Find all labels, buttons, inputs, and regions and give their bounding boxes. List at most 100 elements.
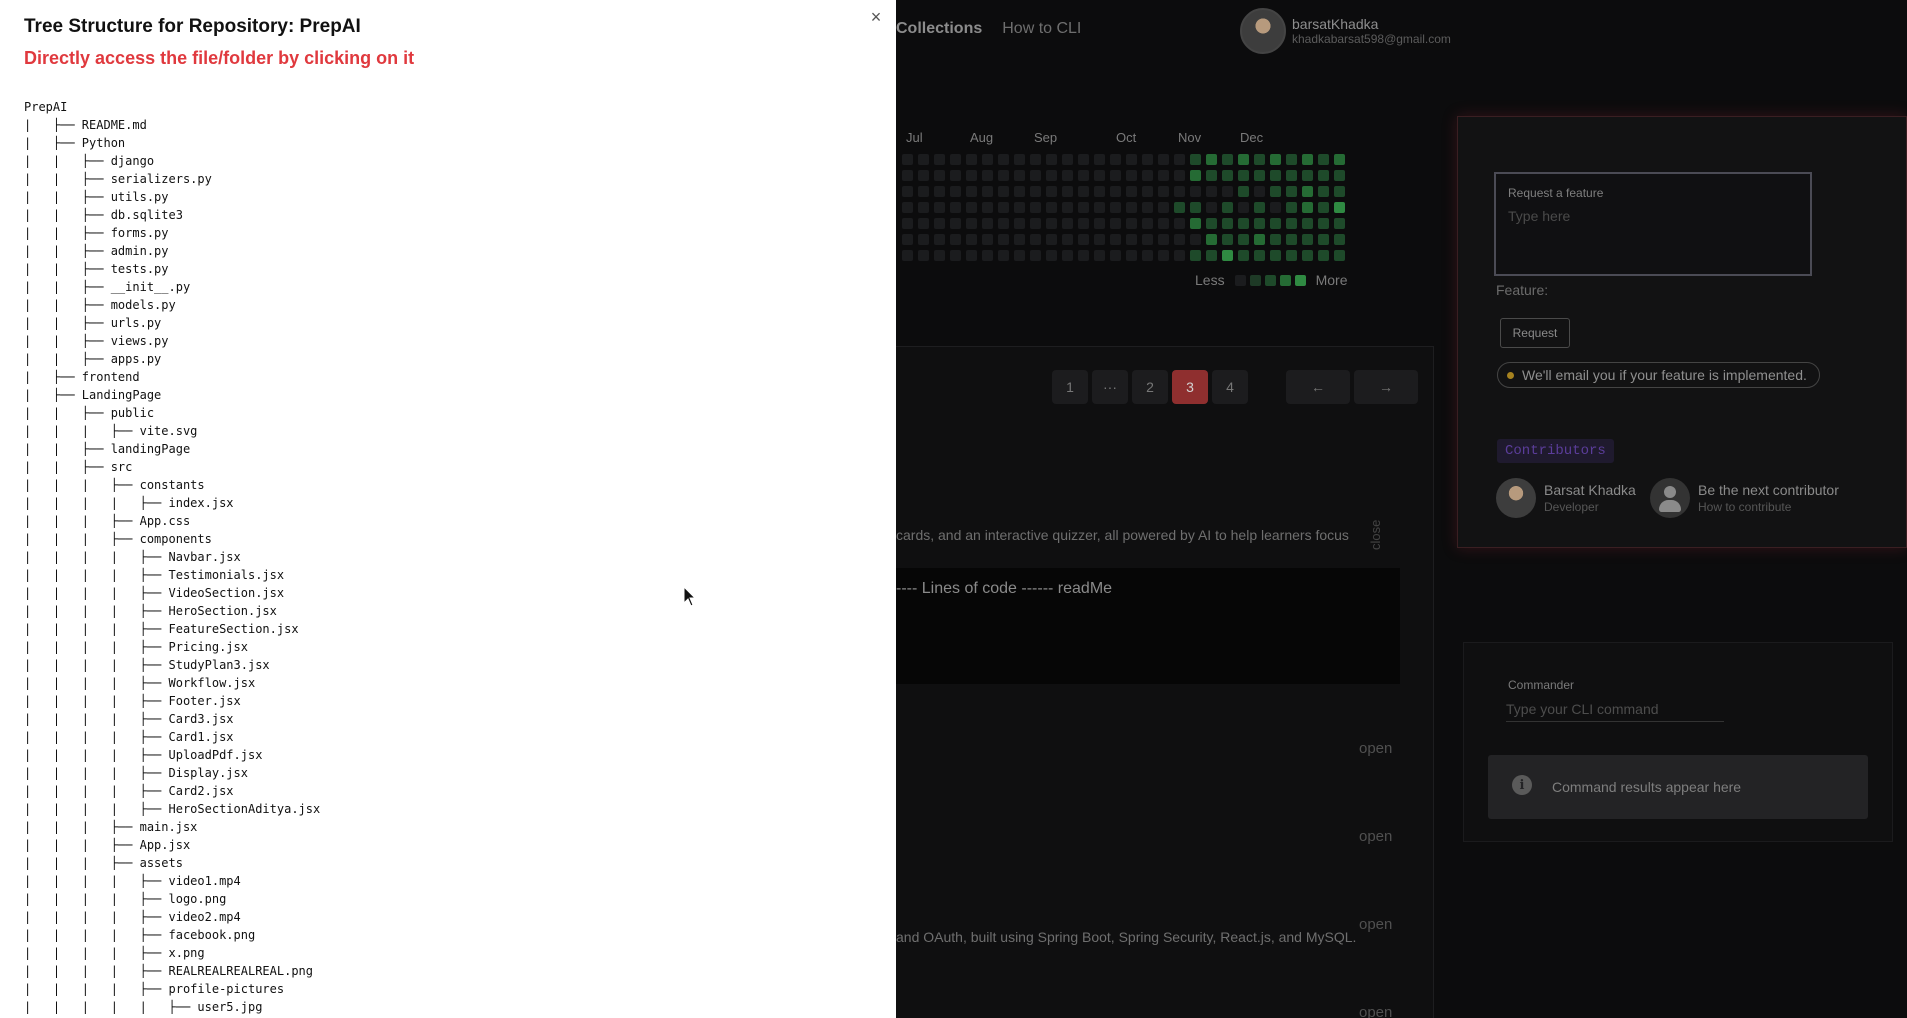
tree-item[interactable]: | | | | ├── Display.jsx (24, 764, 320, 782)
tree-item-name[interactable]: user5.jpg (197, 1000, 262, 1014)
tree-item[interactable]: | | ├── src (24, 458, 320, 476)
contributor-barsat[interactable]: Barsat Khadka Developer (1496, 478, 1636, 518)
tree-item[interactable]: | | ├── public (24, 404, 320, 422)
tree-item[interactable]: | | | | ├── profile-pictures (24, 980, 320, 998)
tree-item-name[interactable]: StudyPlan3.jsx (169, 658, 270, 672)
tree-item[interactable]: | | | ├── App.jsx (24, 836, 320, 854)
tree-item[interactable]: | | | | ├── Card3.jsx (24, 710, 320, 728)
page-button-4[interactable]: 4 (1212, 370, 1248, 404)
tree-item[interactable]: | | | ├── assets (24, 854, 320, 872)
tree-item-name[interactable]: video2.mp4 (169, 910, 241, 924)
tree-item[interactable]: | | | | ├── Card2.jsx (24, 782, 320, 800)
tree-item-name[interactable]: assets (140, 856, 183, 870)
tree-item[interactable]: | | | | ├── logo.png (24, 890, 320, 908)
nav-link-how-to-cli[interactable]: How to CLI (1002, 20, 1081, 38)
prev-page-button[interactable]: ← (1286, 370, 1350, 404)
tree-item-name[interactable]: logo.png (169, 892, 227, 906)
contributor-next[interactable]: Be the next contributor How to contribut… (1650, 478, 1839, 518)
close-icon[interactable]: × (866, 6, 886, 28)
nav-link-collections[interactable]: Collections (896, 20, 982, 38)
tree-item[interactable]: | | | ├── App.css (24, 512, 320, 530)
tree-item-name[interactable]: utils.py (111, 190, 169, 204)
tree-item-name[interactable]: django (111, 154, 154, 168)
tree-item-name[interactable]: VideoSection.jsx (169, 586, 285, 600)
tree-item-name[interactable]: App.jsx (140, 838, 191, 852)
tree-item-name[interactable]: urls.py (111, 316, 162, 330)
tree-item[interactable]: | | ├── landingPage (24, 440, 320, 458)
tree-item-name[interactable]: LandingPage (82, 388, 161, 402)
project-open-toggle-3[interactable]: open (1359, 916, 1392, 933)
tree-item[interactable]: | | | | ├── Footer.jsx (24, 692, 320, 710)
tree-item-name[interactable]: public (111, 406, 154, 420)
tree-item[interactable]: | | ├── __init__.py (24, 278, 320, 296)
tree-item[interactable]: | | | ├── main.jsx (24, 818, 320, 836)
next-page-button[interactable]: → (1354, 370, 1418, 404)
tree-item[interactable]: | | | | ├── HeroSectionAditya.jsx (24, 800, 320, 818)
tree-item-name[interactable]: REALREALREALREAL.png (169, 964, 314, 978)
tree-item[interactable]: | | | | ├── FeatureSection.jsx (24, 620, 320, 638)
tree-item-name[interactable]: Display.jsx (169, 766, 248, 780)
tree-item[interactable]: | | ├── views.py (24, 332, 320, 350)
tree-item-name[interactable]: Testimonials.jsx (169, 568, 285, 582)
tree-item-name[interactable]: Workflow.jsx (169, 676, 256, 690)
tree-item[interactable]: | | | | ├── Testimonials.jsx (24, 566, 320, 584)
tree-item[interactable]: | | | | ├── video1.mp4 (24, 872, 320, 890)
tree-item[interactable]: | | ├── apps.py (24, 350, 320, 368)
request-feature-button[interactable]: Request (1500, 318, 1570, 348)
tree-item[interactable]: | | | | | ├── user5.jpg (24, 998, 320, 1016)
page-button-3[interactable]: 3 (1172, 370, 1208, 404)
tree-item-name[interactable]: HeroSectionAditya.jsx (169, 802, 321, 816)
project-close-toggle[interactable]: close (1368, 520, 1383, 550)
tree-item[interactable]: | | | | ├── x.png (24, 944, 320, 962)
tree-item[interactable]: | | | | ├── facebook.png (24, 926, 320, 944)
tree-item[interactable]: | ├── README.md (24, 116, 320, 134)
tree-item[interactable]: | | ├── serializers.py (24, 170, 320, 188)
feature-request-input[interactable] (1508, 208, 1788, 224)
tree-item[interactable]: | | ├── utils.py (24, 188, 320, 206)
tree-item-name[interactable]: PrepAI (24, 100, 67, 114)
how-to-contribute-link[interactable]: How to contribute (1698, 500, 1839, 514)
tree-item[interactable]: | | ├── tests.py (24, 260, 320, 278)
tree-item[interactable]: | ├── Python (24, 134, 320, 152)
tree-item[interactable]: | | ├── forms.py (24, 224, 320, 242)
tree-item-name[interactable]: Card2.jsx (169, 784, 234, 798)
tree-item-name[interactable]: FeatureSection.jsx (169, 622, 299, 636)
tree-item[interactable]: | | | ├── vite.svg (24, 422, 320, 440)
tree-item-name[interactable]: Card1.jsx (169, 730, 234, 744)
user-profile[interactable]: barsatKhadka khadkabarsat598@gmail.com (1240, 8, 1451, 54)
tree-item[interactable]: | | | | ├── Pricing.jsx (24, 638, 320, 656)
tree-item-name[interactable]: Footer.jsx (169, 694, 241, 708)
tree-item-name[interactable]: models.py (111, 298, 176, 312)
tree-item[interactable]: | | | | ├── video2.mp4 (24, 908, 320, 926)
tree-item-name[interactable]: serializers.py (111, 172, 212, 186)
tree-item-name[interactable]: frontend (82, 370, 140, 384)
tree-item[interactable]: | | | ├── components (24, 530, 320, 548)
tree-item[interactable]: | | | | ├── Workflow.jsx (24, 674, 320, 692)
project-open-toggle-2[interactable]: open (1359, 828, 1392, 845)
tree-item-name[interactable]: constants (140, 478, 205, 492)
tree-item[interactable]: | | ├── db.sqlite3 (24, 206, 320, 224)
project-open-toggle-4[interactable]: open (1359, 1004, 1392, 1018)
tree-item-name[interactable]: Card3.jsx (169, 712, 234, 726)
tree-item-name[interactable]: README.md (82, 118, 147, 132)
tree-item-name[interactable]: vite.svg (140, 424, 198, 438)
tree-item-name[interactable]: admin.py (111, 244, 169, 258)
project-open-toggle-1[interactable]: open (1359, 740, 1392, 757)
tree-item-name[interactable]: apps.py (111, 352, 162, 366)
tree-item[interactable]: | | | | ├── UploadPdf.jsx (24, 746, 320, 764)
tree-item-name[interactable]: index.jsx (169, 496, 234, 510)
tree-item[interactable]: | ├── frontend (24, 368, 320, 386)
tree-item-name[interactable]: db.sqlite3 (111, 208, 183, 222)
page-button-2[interactable]: 2 (1132, 370, 1168, 404)
tree-item-name[interactable]: facebook.png (169, 928, 256, 942)
tree-item-name[interactable]: Pricing.jsx (169, 640, 248, 654)
tree-item[interactable]: | | | ├── constants (24, 476, 320, 494)
tree-item-name[interactable]: UploadPdf.jsx (169, 748, 263, 762)
tree-item-name[interactable]: src (111, 460, 133, 474)
cli-command-input[interactable] (1506, 696, 1724, 722)
tree-item[interactable]: | | | | ├── VideoSection.jsx (24, 584, 320, 602)
tree-item-name[interactable]: x.png (169, 946, 205, 960)
tree-item[interactable]: | | | | ├── Navbar.jsx (24, 548, 320, 566)
tree-item-name[interactable]: views.py (111, 334, 169, 348)
tree-item[interactable]: | | ├── urls.py (24, 314, 320, 332)
